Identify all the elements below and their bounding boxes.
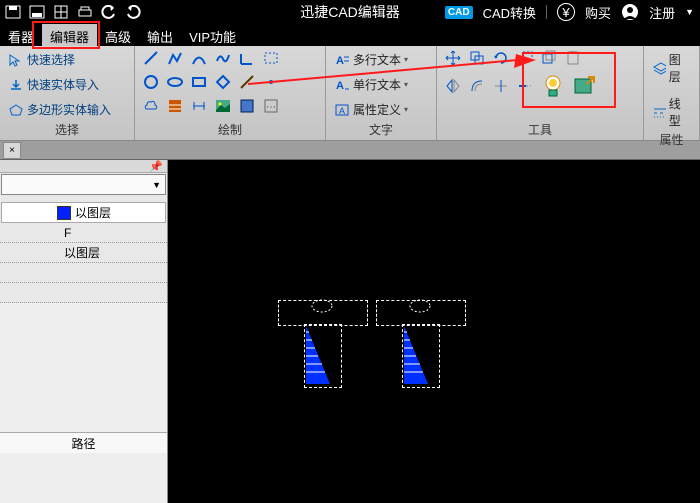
group-text-label: 文字 [332,120,430,139]
text-multi-icon: A [334,53,350,67]
arc-icon[interactable] [189,48,209,68]
svg-text:A: A [339,106,345,116]
quick-import-button[interactable]: 快速实体导入 [6,75,113,94]
point-icon[interactable] [261,72,281,92]
property-dropdown[interactable]: ▼ [1,174,166,195]
menubar: 看器 编辑器 高级 输出 VIP功能 [0,24,700,46]
grid-icon[interactable] [52,4,70,20]
dimension-icon[interactable] [189,96,209,116]
close-tab-button[interactable]: × [3,142,21,159]
property-row-empty1[interactable] [0,263,167,283]
offset-icon[interactable] [467,76,487,96]
color-bylayer-row[interactable]: 以图层 [1,202,166,223]
tool-export-icon[interactable] [571,72,599,100]
spline-icon[interactable] [213,48,233,68]
group-draw-label: 绘制 [141,120,319,139]
extend-icon[interactable] [515,76,535,96]
register-link[interactable]: 注册 [649,3,675,22]
undo-icon[interactable] [100,4,118,20]
cad-convert-link[interactable]: CAD转换 [483,3,536,22]
move-icon[interactable] [443,48,463,68]
scale-icon[interactable] [515,48,535,68]
buy-link[interactable]: 购买 [585,3,611,22]
tab-advanced[interactable]: 高级 [97,24,139,46]
tab-editor[interactable]: 编辑器 [42,24,97,46]
tab-vip[interactable]: VIP功能 [181,24,244,46]
polyline-icon[interactable] [165,48,185,68]
pin-icon[interactable]: 📌 [149,160,163,173]
circle-icon[interactable] [141,72,161,92]
ribbon: 快速选择 快速实体导入 多边形实体输入 选择 [0,46,700,141]
polygon-icon [8,103,24,117]
property-row-bylayer[interactable]: 以图层 [0,243,167,263]
tool-stamp-icon[interactable] [539,72,567,100]
singleline-text-button[interactable]: A 单行文本 ▾ [332,75,410,94]
attr-icon: A [334,103,350,117]
trim-icon[interactable] [491,76,511,96]
quick-select-button[interactable]: 快速选择 [6,50,113,69]
polygon-input-button[interactable]: 多边形实体输入 [6,100,113,119]
rect-dash-icon[interactable] [261,48,281,68]
chevron-down-icon: ▾ [404,105,408,114]
save-as-icon[interactable] [28,4,46,20]
import-icon [8,78,24,92]
redo-icon[interactable] [124,4,142,20]
titlebar: 迅捷CAD编辑器 CAD CAD转换 ¥ 购买 注册 ▼ [0,0,700,24]
rect-icon[interactable] [189,72,209,92]
paste-icon[interactable] [563,48,583,68]
dropdown-icon[interactable]: ▼ [685,7,694,17]
layer-icon [652,61,666,75]
mirror-icon[interactable] [443,76,463,96]
copy-icon[interactable] [467,48,487,68]
cloud-icon[interactable] [141,96,161,116]
group-select-label: 选择 [6,120,128,139]
property-row-f[interactable]: F [0,223,167,243]
cad-badge: CAD [445,6,473,19]
user-icon[interactable] [621,3,639,21]
chevron-down-icon: ▾ [404,80,408,89]
attr-def-button[interactable]: A 属性定义 ▾ [332,100,410,119]
copy2-icon[interactable] [539,48,559,68]
more-icon[interactable]: ⋯ [261,96,281,116]
path-label: 路径 [0,432,167,453]
chevron-down-icon: ▾ [404,55,408,64]
text-single-icon: A [334,78,350,92]
line-icon[interactable] [141,48,161,68]
save-icon[interactable] [4,4,22,20]
tab-viewer[interactable]: 看器 [0,24,42,46]
property-row-empty2[interactable] [0,283,167,303]
cursor-icon [8,53,24,67]
group-tools-label: 工具 [443,120,637,139]
diamond-icon[interactable] [213,72,233,92]
yen-icon[interactable]: ¥ [557,3,575,21]
doc-tabstrip: × [0,141,700,160]
block-icon[interactable] [237,96,257,116]
group-attr-label: 属性 [650,130,693,149]
multiline-text-button[interactable]: A 多行文本 ▾ [332,50,410,69]
hatch-icon[interactable] [165,96,185,116]
line2-icon[interactable] [237,72,257,92]
rotate-icon[interactable] [491,48,511,68]
image-icon[interactable] [213,96,233,116]
ellipse-icon[interactable] [165,72,185,92]
properties-panel: 📌 ▼ 以图层 F 以图层 路径 [0,160,168,503]
svg-text:A: A [336,80,344,92]
svg-text:⋯: ⋯ [266,102,276,113]
print-icon[interactable] [76,4,94,20]
linetype-button[interactable]: 线型 [650,94,689,130]
tab-output[interactable]: 输出 [139,24,181,46]
angle-icon[interactable] [237,48,257,68]
drawing-canvas[interactable] [168,160,700,503]
color-chip [57,206,71,220]
svg-text:A: A [336,55,344,67]
linetype-icon [652,105,666,119]
layer-button[interactable]: 图层 [650,50,689,86]
